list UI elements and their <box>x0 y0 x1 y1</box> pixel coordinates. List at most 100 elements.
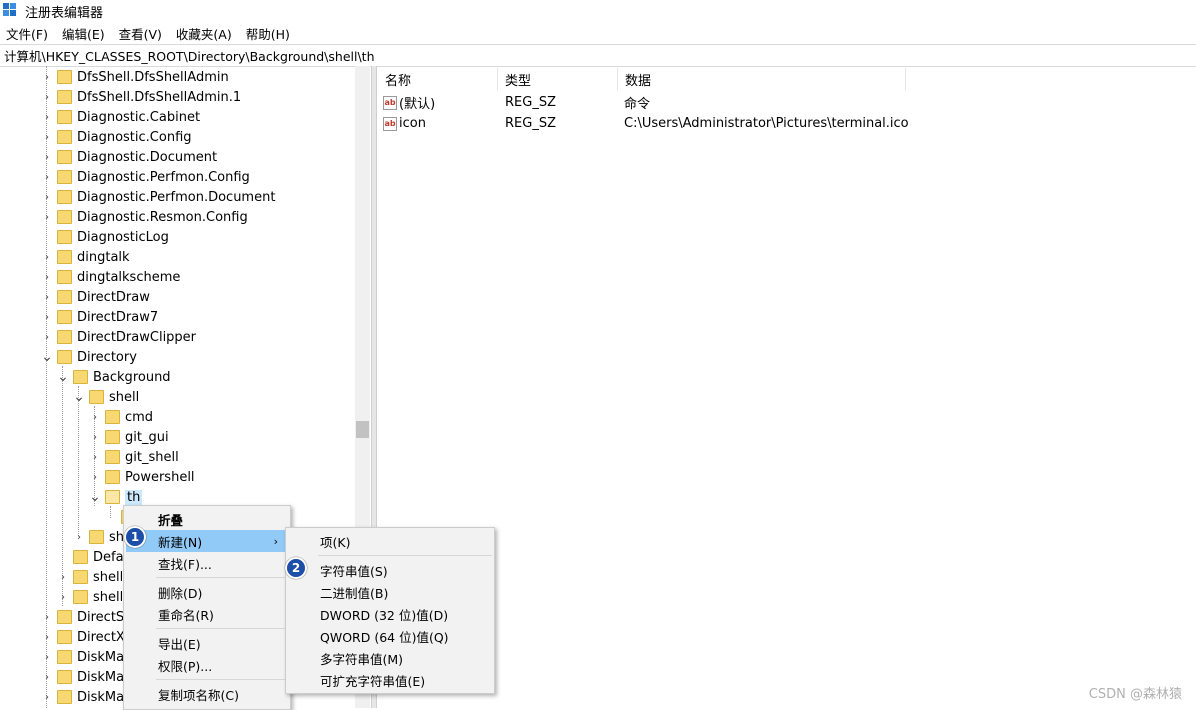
expanded-chevron-icon[interactable]: ⌄ <box>88 490 102 504</box>
collapsed-chevron-icon[interactable]: › <box>40 292 54 303</box>
folder-icon <box>57 630 72 644</box>
tree-node[interactable]: › DirectDraw <box>40 287 150 307</box>
collapsed-chevron-icon[interactable]: › <box>72 532 86 543</box>
menu-edit[interactable]: 编辑(E) <box>55 24 112 43</box>
tree-node[interactable]: › DfsShell.DfsShellAdmin <box>40 67 229 87</box>
collapsed-chevron-icon[interactable]: › <box>40 332 54 343</box>
menu-item-find[interactable]: 查找(F)... <box>126 552 288 574</box>
tree-node-label: dingtalkscheme <box>77 269 181 285</box>
tree-node[interactable]: › DirectSh <box>40 607 132 627</box>
tree-node[interactable]: Defau <box>56 547 132 567</box>
collapsed-chevron-icon[interactable]: › <box>40 652 54 663</box>
tree-node[interactable]: › DfsShell.DfsShellAdmin.1 <box>40 87 241 107</box>
menu-separator <box>156 679 288 680</box>
value-row[interactable]: ab (默认) REG_SZ 命令 <box>378 92 650 113</box>
collapsed-chevron-icon[interactable]: › <box>40 192 54 203</box>
collapsed-chevron-icon[interactable]: › <box>40 112 54 123</box>
tree-node[interactable]: › Diagnostic.Cabinet <box>40 107 200 127</box>
collapsed-chevron-icon[interactable]: › <box>40 252 54 263</box>
tree-node[interactable]: › Diagnostic.Resmon.Config <box>40 207 248 227</box>
tree-node-label: DirectDraw7 <box>77 309 159 325</box>
tree-node[interactable]: › Diagnostic.Document <box>40 147 217 167</box>
column-data[interactable]: 数据 <box>618 68 906 90</box>
collapsed-chevron-icon[interactable]: › <box>40 212 54 223</box>
submenu-item-string-value[interactable]: 字符串值(S) <box>288 559 492 581</box>
collapsed-chevron-icon[interactable]: › <box>88 432 102 443</box>
submenu-item-dword-value[interactable]: DWORD (32 位)值(D) <box>288 603 492 625</box>
collapsed-chevron-icon[interactable]: › <box>56 572 70 583</box>
tree-node[interactable]: › shelle <box>56 587 131 607</box>
collapsed-chevron-icon[interactable]: › <box>40 632 54 643</box>
tree-node[interactable]: › DirectXF <box>40 627 132 647</box>
submenu-item-multi-string-value[interactable]: 多字符串值(M) <box>288 647 492 669</box>
collapsed-chevron-icon[interactable]: › <box>88 472 102 483</box>
collapsed-chevron-icon[interactable]: › <box>88 452 102 463</box>
tree-node[interactable]: › git_shell <box>88 447 179 467</box>
collapsed-chevron-icon[interactable]: › <box>40 132 54 143</box>
folder-icon <box>73 370 88 384</box>
menu-item-permissions[interactable]: 权限(P)... <box>126 654 288 676</box>
tree-node-label: DiskMar <box>77 689 130 705</box>
menu-item-copy-key-name[interactable]: 复制项名称(C) <box>126 683 288 705</box>
tree-node[interactable]: › Diagnostic.Perfmon.Document <box>40 187 275 207</box>
menu-help[interactable]: 帮助(H) <box>239 24 297 43</box>
tree-node[interactable]: › DiskMar <box>40 687 129 707</box>
menu-favorites[interactable]: 收藏夹(A) <box>169 24 239 43</box>
tree-node[interactable]: ⌄ shell <box>72 387 139 407</box>
tree-node[interactable]: ⌄ Background <box>56 367 170 387</box>
collapsed-chevron-icon[interactable]: › <box>40 92 54 103</box>
address-bar[interactable]: 计算机\HKEY_CLASSES_ROOT\Directory\Backgrou… <box>0 44 1196 67</box>
scrollbar-thumb[interactable] <box>356 421 369 438</box>
collapsed-chevron-icon[interactable]: › <box>40 72 54 83</box>
collapsed-chevron-icon[interactable]: › <box>40 672 54 683</box>
value-row[interactable]: ab icon REG_SZ C:\Users\Administrator\Pic… <box>378 113 909 134</box>
collapsed-chevron-icon[interactable]: › <box>88 412 102 423</box>
menu-item-delete[interactable]: 删除(D) <box>126 581 288 603</box>
tree-node[interactable]: › dingtalkscheme <box>40 267 180 287</box>
menu-item-new[interactable]: 新建(N) › <box>126 530 288 552</box>
menu-view[interactable]: 查看(V) <box>112 24 169 43</box>
column-type[interactable]: 类型 <box>498 68 618 90</box>
folder-icon <box>57 610 72 624</box>
folder-icon <box>89 390 104 404</box>
tree-node[interactable]: › DirectDraw7 <box>40 307 158 327</box>
collapsed-chevron-icon[interactable]: › <box>40 692 54 703</box>
submenu-item-qword-value[interactable]: QWORD (64 位)值(Q) <box>288 625 492 647</box>
expanded-chevron-icon[interactable]: ⌄ <box>56 370 70 384</box>
collapsed-chevron-icon[interactable]: › <box>40 152 54 163</box>
tree-node-label: shell <box>93 569 124 585</box>
tree-node[interactable]: › Diagnostic.Perfmon.Config <box>40 167 250 187</box>
watermark: CSDN @森林猿 <box>1088 687 1182 702</box>
collapsed-chevron-icon[interactable]: › <box>40 312 54 323</box>
collapsed-chevron-icon[interactable]: › <box>40 272 54 283</box>
submenu-item-binary-value[interactable]: 二进制值(B) <box>288 581 492 603</box>
tree-node[interactable]: ⌄ th <box>88 487 143 507</box>
column-name[interactable]: 名称 <box>378 68 498 90</box>
expanded-chevron-icon[interactable]: ⌄ <box>40 350 54 364</box>
folder-icon <box>57 270 72 284</box>
collapsed-chevron-icon[interactable]: › <box>40 172 54 183</box>
tree-node-label: cmd <box>125 409 154 425</box>
expanded-chevron-icon[interactable]: ⌄ <box>72 390 86 404</box>
submenu-item-key[interactable]: 项(K) <box>288 530 492 552</box>
tree-node[interactable]: › DiskMar <box>40 667 129 687</box>
folder-icon <box>57 350 72 364</box>
tree-node[interactable]: › shell <box>56 567 123 587</box>
submenu-item-expandable-string-value[interactable]: 可扩充字符串值(E) <box>288 669 492 691</box>
tree-node[interactable]: › Powershell <box>88 467 195 487</box>
menu-item-collapse[interactable]: 折叠 <box>126 508 288 530</box>
tree-node[interactable]: › Diagnostic.Config <box>40 127 192 147</box>
tree-node[interactable]: › DiskMar <box>40 647 129 667</box>
menu-item-export[interactable]: 导出(E) <box>126 632 288 654</box>
menu-file[interactable]: 文件(F) <box>0 24 55 43</box>
tree-node[interactable]: DiagnosticLog <box>40 227 169 247</box>
collapsed-chevron-icon[interactable]: › <box>40 612 54 623</box>
tree-node[interactable]: › dingtalk <box>40 247 130 267</box>
value-data: C:\Users\Administrator\Pictures\terminal… <box>624 116 909 131</box>
tree-node[interactable]: › DirectDrawClipper <box>40 327 196 347</box>
tree-node[interactable]: ⌄ Directory <box>40 347 137 367</box>
menu-item-rename[interactable]: 重命名(R) <box>126 603 288 625</box>
tree-node[interactable]: › git_gui <box>88 427 169 447</box>
collapsed-chevron-icon[interactable]: › <box>56 592 70 603</box>
tree-node[interactable]: › cmd <box>88 407 153 427</box>
